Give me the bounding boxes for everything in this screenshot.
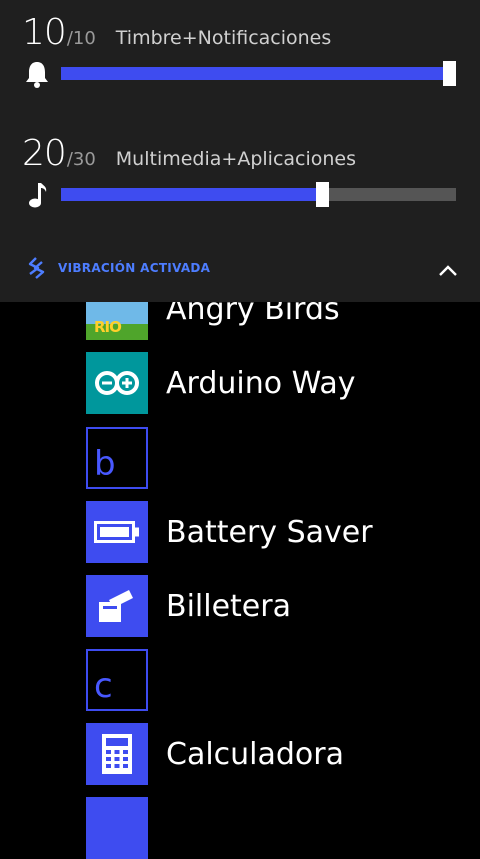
media-volume-slider[interactable] — [61, 182, 456, 207]
battery-icon — [86, 501, 148, 563]
app-item-next[interactable] — [86, 797, 466, 859]
media-volume-header: 20 /30 Multimedia+Aplicaciones — [22, 133, 357, 174]
calculator-icon — [86, 723, 148, 785]
vibration-icon — [28, 257, 45, 279]
music-note-icon — [29, 183, 47, 208]
vibration-toggle[interactable]: VIBRACIÓN ACTIVADA — [26, 256, 210, 280]
slider-fill — [61, 67, 456, 80]
ringer-volume-header: 10 /10 Timbre+Notificaciones — [22, 12, 332, 53]
arduino-infinity-icon — [86, 352, 148, 414]
ringer-volume-slider[interactable] — [61, 61, 456, 86]
letter-group-b[interactable]: b — [86, 427, 466, 489]
app-item-calculadora[interactable]: Calculadora — [86, 723, 466, 785]
letter-group-c[interactable]: c — [86, 649, 466, 711]
chevron-up-icon[interactable] — [436, 262, 460, 278]
ringer-max: /10 — [66, 28, 96, 49]
app-item-battery-saver[interactable]: Battery Saver — [86, 501, 466, 563]
vibration-label: VIBRACIÓN ACTIVADA — [58, 261, 211, 275]
ringer-level: 10 — [22, 12, 67, 53]
volume-panel: 10 /10 Timbre+Notificaciones 20 /30 Mult… — [0, 0, 480, 302]
app-name: Arduino Way — [166, 365, 356, 401]
slider-thumb[interactable] — [443, 61, 456, 86]
app-name: Billetera — [166, 588, 291, 624]
media-level: 20 — [22, 133, 67, 174]
wallet-icon — [86, 575, 148, 637]
bell-icon — [26, 62, 48, 88]
app-item-arduino-way[interactable]: Arduino Way — [86, 352, 466, 414]
media-max: /30 — [66, 149, 96, 170]
app-name: Calculadora — [166, 736, 345, 772]
app-name: Battery Saver — [166, 514, 373, 550]
ringer-label: Timbre+Notificaciones — [115, 27, 332, 49]
app-item-billetera[interactable]: Billetera — [86, 575, 466, 637]
letter-label: b — [94, 444, 116, 484]
letter-label: c — [94, 666, 113, 706]
app-tile — [86, 797, 148, 859]
slider-thumb[interactable] — [316, 182, 329, 207]
letter-tile: b — [86, 427, 148, 489]
letter-tile: c — [86, 649, 148, 711]
slider-fill — [61, 188, 323, 201]
media-label: Multimedia+Aplicaciones — [115, 148, 357, 170]
